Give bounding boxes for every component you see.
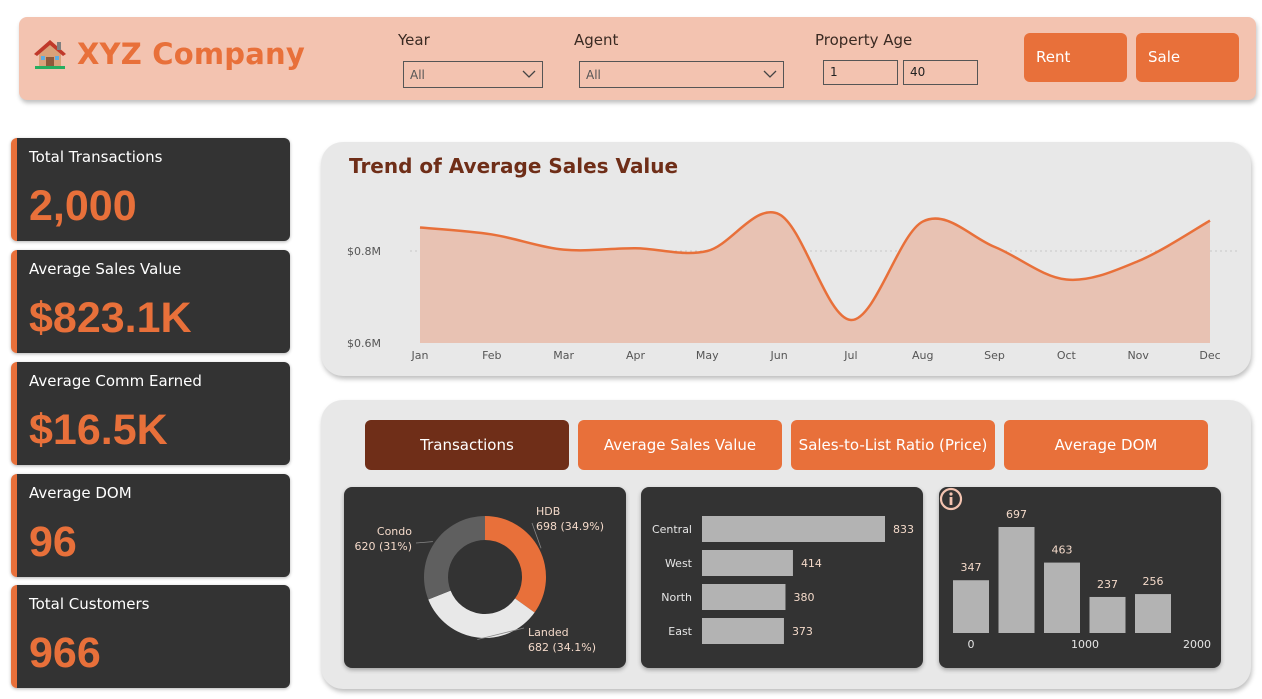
kpi-label: Total Transactions xyxy=(29,148,163,166)
y-tick-label: $0.6M xyxy=(347,337,381,350)
brand: XYZ Company xyxy=(33,37,305,71)
slice-name-label: Landed xyxy=(528,626,569,639)
x-tick-label: May xyxy=(696,349,719,362)
histogram-chart: 347 697 463 237 256 0 1000 2000 xyxy=(953,508,1211,651)
category-label: West xyxy=(665,557,693,570)
bar xyxy=(702,516,885,542)
property-age-min-input[interactable]: 1 xyxy=(823,60,898,85)
x-tick-label: Sep xyxy=(984,349,1005,362)
bar xyxy=(702,584,786,610)
leader-line xyxy=(415,541,433,544)
property-age-filter-label: Property Age xyxy=(815,31,913,49)
bar xyxy=(1044,562,1080,633)
data-label: 463 xyxy=(1052,544,1073,557)
region-bar-card: Central 833 West 414 North 380 East 373 xyxy=(641,487,923,668)
data-label: 697 xyxy=(1006,508,1027,521)
x-tick-label: Jul xyxy=(843,349,857,362)
region-bar-chart: Central 833 West 414 North 380 East 373 xyxy=(652,516,914,644)
tab-sales-to-list-ratio[interactable]: Sales-to-List Ratio (Price) xyxy=(791,420,995,470)
agent-filter-label: Agent xyxy=(574,31,619,49)
bar xyxy=(953,580,989,633)
kpi-value: $823.1K xyxy=(29,294,192,342)
kpi-value: 2,000 xyxy=(29,182,137,230)
slice-value-label: 682 (34.1%) xyxy=(528,641,596,654)
breakdown-panel: Transactions Average Sales Value Sales-t… xyxy=(321,400,1251,689)
data-label: 833 xyxy=(893,523,914,536)
year-filter-label: Year xyxy=(398,31,430,49)
data-label: 237 xyxy=(1097,578,1118,591)
x-tick-label: Nov xyxy=(1127,349,1149,362)
x-tick-label: Dec xyxy=(1199,349,1220,362)
data-label: 256 xyxy=(1143,575,1164,588)
x-tick-label: 1000 xyxy=(1071,638,1099,651)
donut-chart: HDB 698 (34.9%) Landed 682 (34.1%) Condo 620 … xyxy=(354,505,604,654)
slice-name-label: Condo xyxy=(377,525,412,538)
category-label: Central xyxy=(652,523,692,536)
house-icon xyxy=(34,40,66,69)
tab-average-dom[interactable]: Average DOM xyxy=(1004,420,1208,470)
agent-dropdown-value: All xyxy=(586,67,601,82)
category-label: East xyxy=(668,625,692,638)
chevron-down-icon xyxy=(763,70,777,78)
property-type-donut-card: HDB 698 (34.9%) Landed 682 (34.1%) Condo 620 … xyxy=(344,487,626,668)
category-label: North xyxy=(661,591,692,604)
trend-chart-panel: $0.6M $0.8M Jan Feb Mar Apr May Jun Jul Aug Sep Oct… xyxy=(321,142,1251,376)
x-tick-label: Feb xyxy=(482,349,501,362)
x-tick-label: Jan xyxy=(411,349,429,362)
x-tick-label: Oct xyxy=(1057,349,1077,362)
donut-slice xyxy=(424,516,485,600)
x-tick-label: Jun xyxy=(769,349,787,362)
kpi-label: Total Customers xyxy=(29,595,150,613)
rent-button[interactable]: Rent xyxy=(1024,33,1127,82)
kpi-value: 96 xyxy=(29,518,77,566)
y-tick-label: $0.8M xyxy=(347,245,381,258)
data-label: 380 xyxy=(793,591,814,604)
kpi-value: $16.5K xyxy=(29,406,168,454)
sale-button[interactable]: Sale xyxy=(1136,33,1239,82)
x-tick-label: Aug xyxy=(912,349,933,362)
year-dropdown[interactable]: All xyxy=(403,61,543,88)
kpi-value: 966 xyxy=(29,629,101,677)
data-label: 373 xyxy=(792,625,813,638)
bar xyxy=(1089,596,1126,633)
tab-average-sales-value[interactable]: Average Sales Value xyxy=(578,420,782,470)
page-title: XYZ Company xyxy=(77,37,305,71)
info-icon[interactable] xyxy=(939,487,963,511)
header-bar: XYZ Company Year All Agent All Property … xyxy=(19,17,1256,100)
kpi-card-average-dom: Average DOM 96 xyxy=(11,474,290,577)
tab-transactions[interactable]: Transactions xyxy=(365,420,569,470)
bar xyxy=(998,527,1035,633)
kpi-label: Average Comm Earned xyxy=(29,372,202,390)
x-tick-label: 2000 xyxy=(1183,638,1211,651)
kpi-label: Average DOM xyxy=(29,484,132,502)
agent-dropdown[interactable]: All xyxy=(579,61,784,88)
kpi-card-average-comm-earned: Average Comm Earned $16.5K xyxy=(11,362,290,465)
kpi-card-average-sales-value: Average Sales Value $823.1K xyxy=(11,250,290,353)
slice-value-label: 620 (31%) xyxy=(354,540,412,553)
kpi-card-total-transactions: Total Transactions 2,000 xyxy=(11,138,290,241)
x-tick-label: 0 xyxy=(968,638,975,651)
bar xyxy=(1135,594,1171,633)
data-label: 414 xyxy=(801,557,822,570)
slice-name-label: HDB xyxy=(536,505,560,518)
kpi-label: Average Sales Value xyxy=(29,260,182,278)
year-dropdown-value: All xyxy=(410,67,425,82)
property-age-max-input[interactable]: 40 xyxy=(903,60,978,85)
histogram-card: 347 697 463 237 256 0 1000 2000 xyxy=(939,487,1221,668)
x-tick-label: Apr xyxy=(626,349,646,362)
chart-title: Trend of Average Sales Value xyxy=(349,154,679,178)
chevron-down-icon xyxy=(522,70,536,78)
slice-value-label: 698 (34.9%) xyxy=(536,520,604,533)
bar xyxy=(702,550,793,576)
x-tick-label: Mar xyxy=(553,349,574,362)
data-label: 347 xyxy=(961,561,982,574)
kpi-card-total-customers: Total Customers 966 xyxy=(11,585,290,688)
bar xyxy=(702,618,784,644)
